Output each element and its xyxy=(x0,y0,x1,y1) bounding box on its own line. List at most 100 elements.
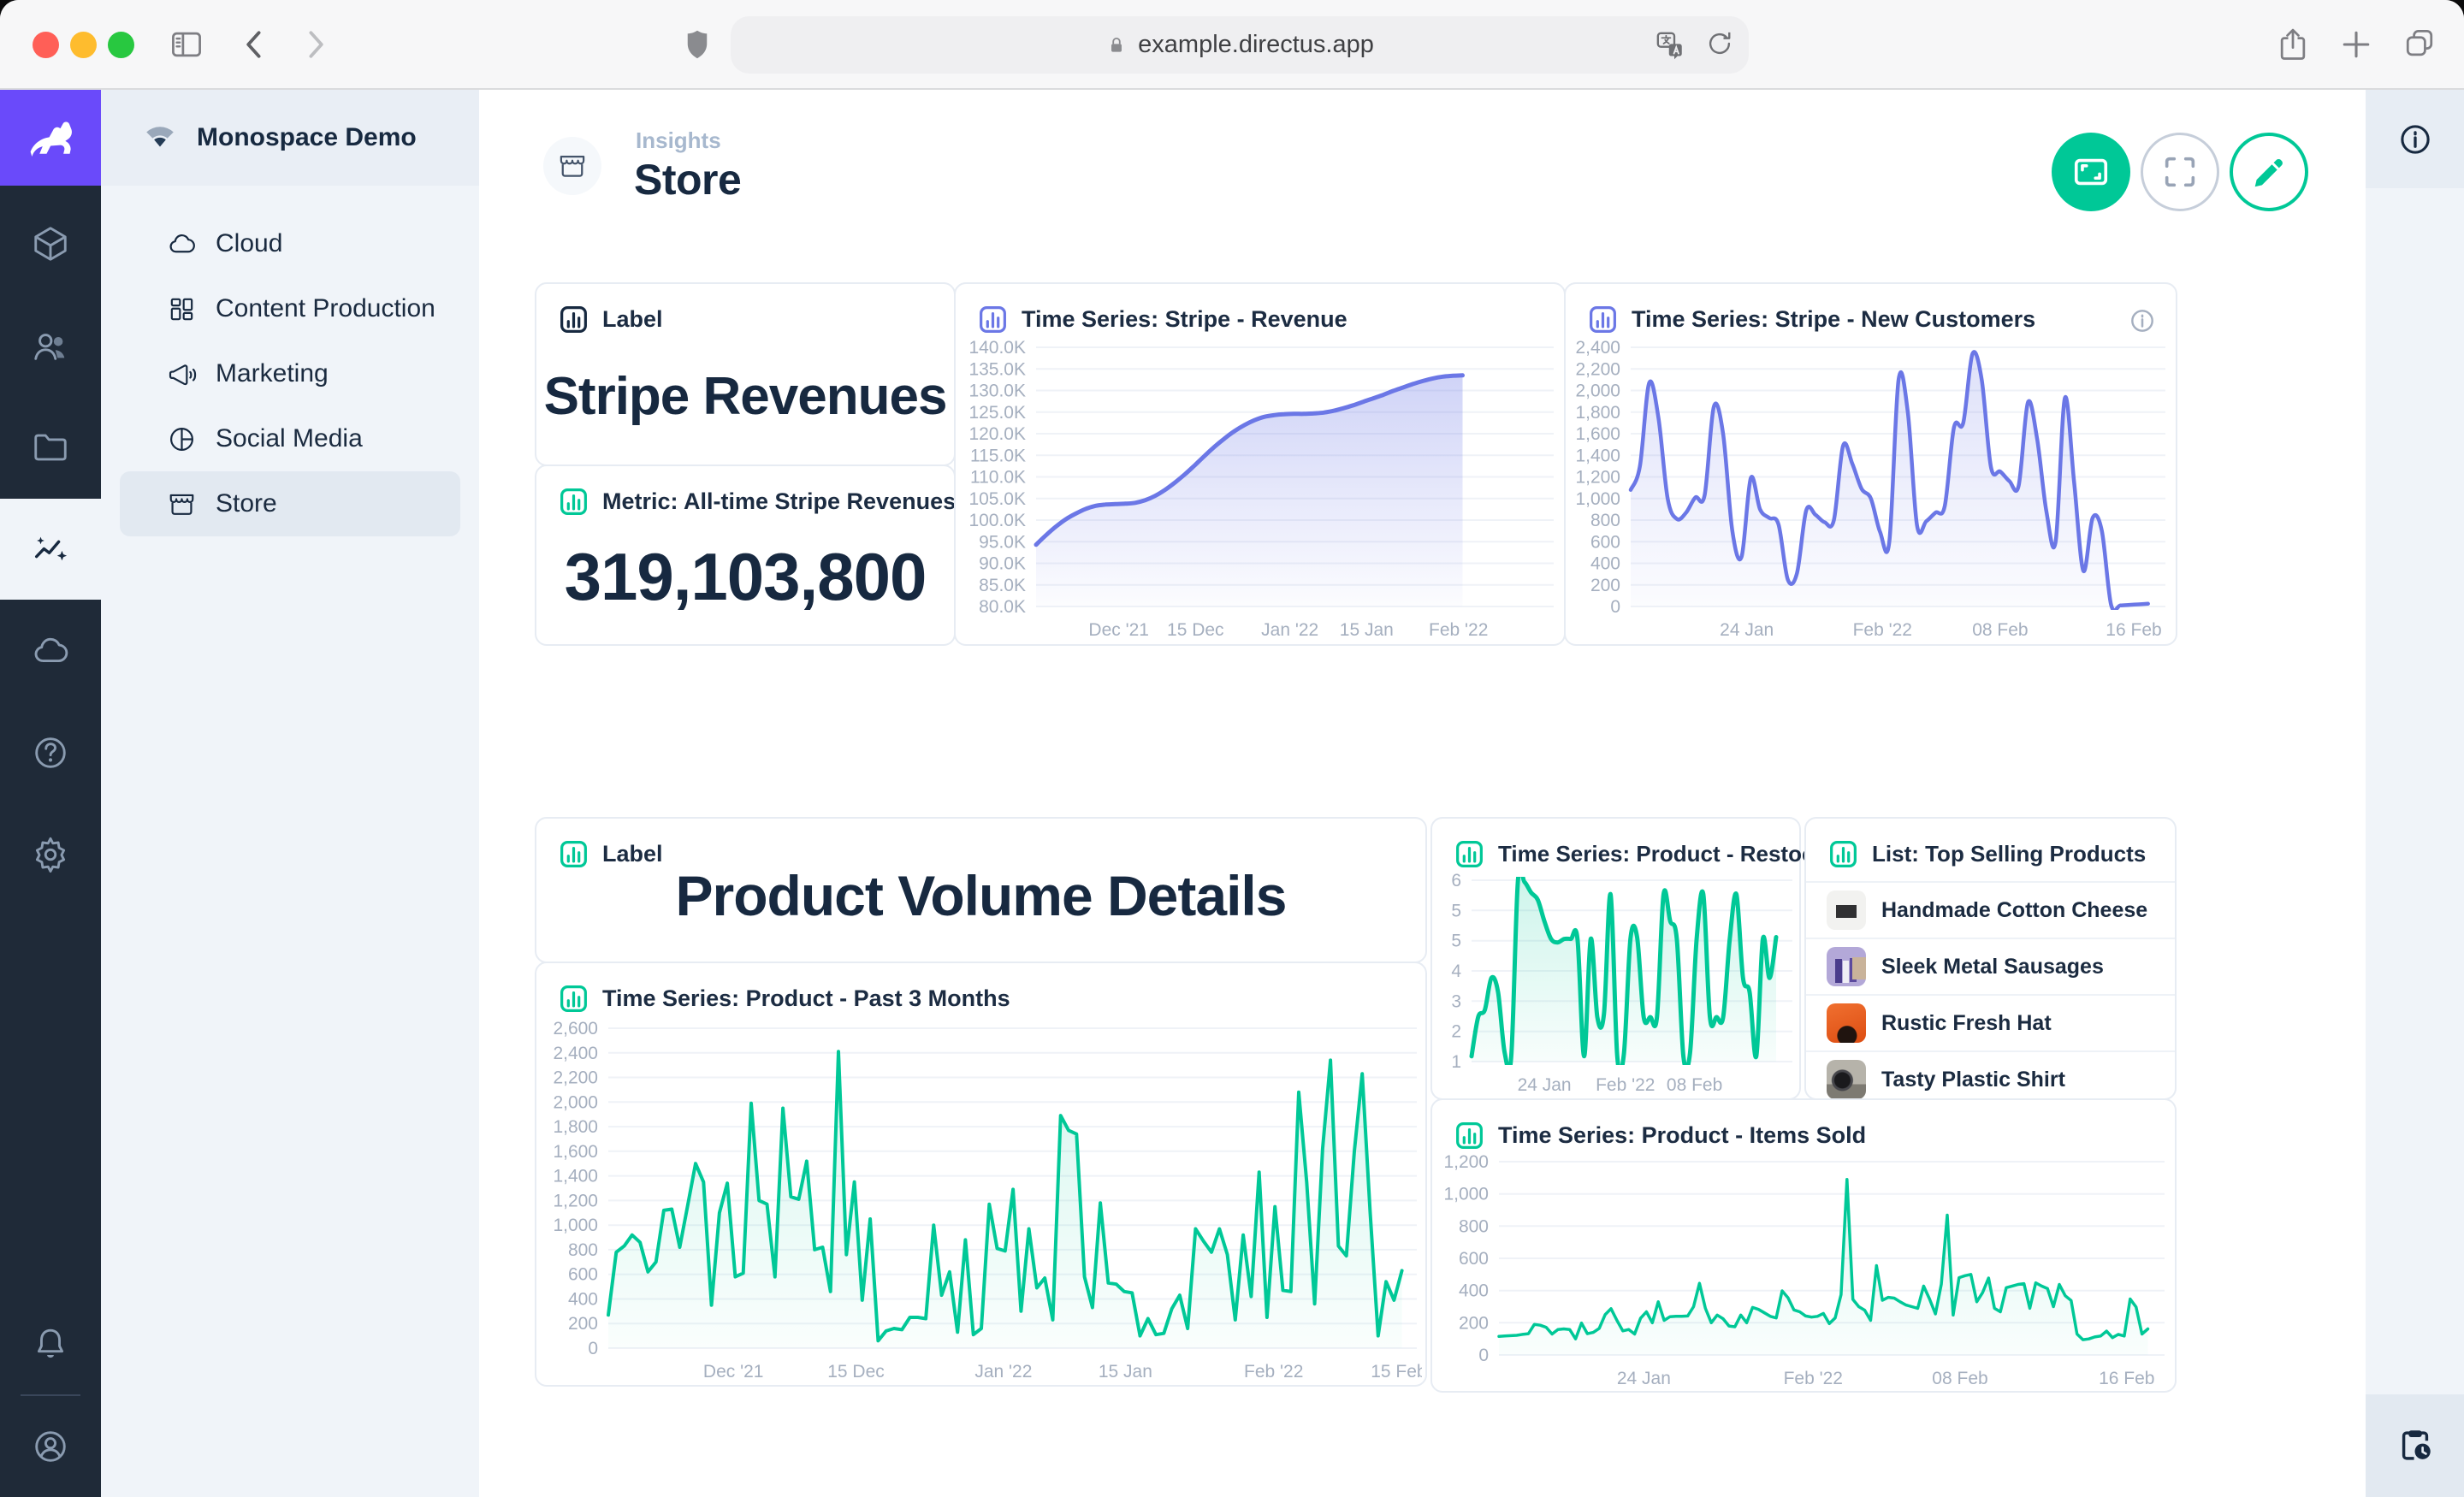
svg-text:80.0K: 80.0K xyxy=(979,597,1026,617)
info-sidebar-button[interactable] xyxy=(2366,90,2464,188)
module-files[interactable] xyxy=(0,397,101,498)
fullscreen-button[interactable] xyxy=(2141,133,2219,211)
past-3-months-chart: 2,6002,4002,2002,0001,8001,6001,4001,200… xyxy=(543,1020,1422,1382)
svg-text:400: 400 xyxy=(568,1290,598,1310)
svg-text:800: 800 xyxy=(1590,511,1620,530)
svg-text:15 Jan: 15 Jan xyxy=(1099,1362,1152,1382)
module-content[interactable] xyxy=(0,193,101,294)
zoom-window-button[interactable] xyxy=(108,32,134,58)
svg-text:08 Feb: 08 Feb xyxy=(1932,1369,1987,1388)
right-sidebar xyxy=(2366,90,2464,1497)
sidebar-toggle-icon[interactable] xyxy=(168,26,205,63)
present-button[interactable] xyxy=(2052,133,2130,211)
project-header[interactable]: Monospace Demo xyxy=(101,90,479,186)
svg-text:24 Jan: 24 Jan xyxy=(1720,620,1774,640)
svg-text:Jan '22: Jan '22 xyxy=(1261,620,1318,640)
tabs-icon[interactable] xyxy=(2401,26,2438,63)
translate-icon[interactable] xyxy=(1653,28,1687,62)
product-image xyxy=(1827,1060,1866,1099)
minimize-window-button[interactable] xyxy=(70,32,97,58)
module-users[interactable] xyxy=(0,295,101,396)
list-item[interactable]: Sleek Metal Sausages xyxy=(1806,938,2175,994)
info-icon[interactable] xyxy=(2128,306,2157,335)
chart-panel-icon xyxy=(1588,305,1618,334)
svg-text:2: 2 xyxy=(1451,1022,1461,1042)
grid-icon xyxy=(167,294,197,324)
page-icon xyxy=(543,137,601,195)
shield-icon[interactable] xyxy=(680,26,714,63)
clipboard-clock-icon xyxy=(2396,1426,2435,1465)
product-image xyxy=(1827,1003,1866,1043)
svg-text:08 Feb: 08 Feb xyxy=(1667,1075,1722,1095)
label-text: Product Volume Details xyxy=(536,863,1425,928)
svg-text:1,200: 1,200 xyxy=(1443,1153,1489,1172)
svg-text:800: 800 xyxy=(1459,1216,1489,1236)
svg-text:400: 400 xyxy=(1459,1281,1489,1301)
forward-icon[interactable] xyxy=(296,26,334,63)
chart-panel-icon xyxy=(559,487,589,517)
svg-text:1,400: 1,400 xyxy=(1575,446,1620,465)
module-cloud[interactable] xyxy=(0,601,101,701)
chart-panel-icon xyxy=(1454,839,1484,869)
svg-text:2,400: 2,400 xyxy=(1575,339,1620,358)
megaphone-icon xyxy=(167,359,197,389)
notifications-button[interactable] xyxy=(0,1293,101,1394)
edit-button[interactable] xyxy=(2230,133,2308,211)
pencil-icon xyxy=(2249,152,2289,192)
sidebar-item-content-production[interactable]: Content Production xyxy=(120,276,460,341)
svg-text:0: 0 xyxy=(1478,1346,1489,1365)
svg-text:140.0K: 140.0K xyxy=(968,339,1026,358)
rabbit-logo-icon xyxy=(22,109,79,166)
people-icon xyxy=(31,326,70,365)
svg-text:95.0K: 95.0K xyxy=(979,532,1026,552)
module-help[interactable] xyxy=(0,702,101,803)
sidebar-item-store[interactable]: Store xyxy=(120,471,460,536)
sidebar-item-marketing[interactable]: Marketing xyxy=(120,341,460,406)
fullscreen-icon xyxy=(2160,152,2200,192)
svg-text:Dec '21: Dec '21 xyxy=(703,1362,764,1382)
activity-sidebar-button[interactable] xyxy=(2366,1394,2464,1497)
chart-panel-icon xyxy=(1454,1121,1484,1151)
back-icon[interactable] xyxy=(236,26,274,63)
chart-panel-icon xyxy=(978,305,1008,334)
list-item[interactable]: Handmade Cotton Cheese xyxy=(1806,881,2175,938)
svg-text:2,600: 2,600 xyxy=(553,1020,598,1038)
sidebar-item-cloud[interactable]: Cloud xyxy=(120,211,460,276)
svg-text:600: 600 xyxy=(1459,1249,1489,1269)
directus-logo-button[interactable] xyxy=(0,90,101,186)
svg-text:100.0K: 100.0K xyxy=(968,511,1026,530)
module-insights[interactable] xyxy=(0,499,101,600)
present-icon xyxy=(2071,152,2111,192)
share-icon[interactable] xyxy=(2274,26,2312,63)
stripe-revenue-chart: 140.0K135.0K130.0K125.0K120.0K115.0K110.… xyxy=(961,339,1559,641)
svg-text:200: 200 xyxy=(1590,576,1620,595)
svg-text:1,400: 1,400 xyxy=(553,1167,598,1186)
module-bar xyxy=(0,90,101,1497)
svg-text:15 Jan: 15 Jan xyxy=(1340,620,1394,640)
svg-text:1,000: 1,000 xyxy=(1575,489,1620,509)
panel-metric: Metric: All-time Stripe Revenues 319,103… xyxy=(535,464,956,646)
reload-icon[interactable] xyxy=(1704,28,1735,59)
product-image xyxy=(1827,947,1866,986)
address-bar[interactable]: example.directus.app xyxy=(731,16,1749,74)
new-tab-icon[interactable] xyxy=(2337,26,2375,63)
user-avatar[interactable] xyxy=(0,1396,101,1497)
svg-text:Feb '22: Feb '22 xyxy=(1784,1369,1843,1388)
svg-text:200: 200 xyxy=(568,1314,598,1334)
svg-text:115.0K: 115.0K xyxy=(970,446,1026,465)
svg-text:6: 6 xyxy=(1451,872,1461,891)
metric-value: 319,103,800 xyxy=(536,538,954,616)
svg-text:1,200: 1,200 xyxy=(553,1191,598,1210)
svg-text:600: 600 xyxy=(1590,532,1620,552)
box-icon xyxy=(31,224,70,263)
svg-text:110.0K: 110.0K xyxy=(970,468,1026,488)
svg-text:120.0K: 120.0K xyxy=(968,424,1026,444)
list-item[interactable]: Rustic Fresh Hat xyxy=(1806,994,2175,1050)
svg-text:Jan '22: Jan '22 xyxy=(974,1362,1032,1382)
close-window-button[interactable] xyxy=(33,32,59,58)
module-settings[interactable] xyxy=(0,804,101,905)
sidebar-item-social-media[interactable]: Social Media xyxy=(120,406,460,471)
breadcrumb[interactable]: Insights xyxy=(636,127,721,154)
items-sold-chart: 1,2001,000800600400200024 JanFeb '2208 F… xyxy=(1439,1153,2170,1389)
svg-text:90.0K: 90.0K xyxy=(979,554,1026,574)
